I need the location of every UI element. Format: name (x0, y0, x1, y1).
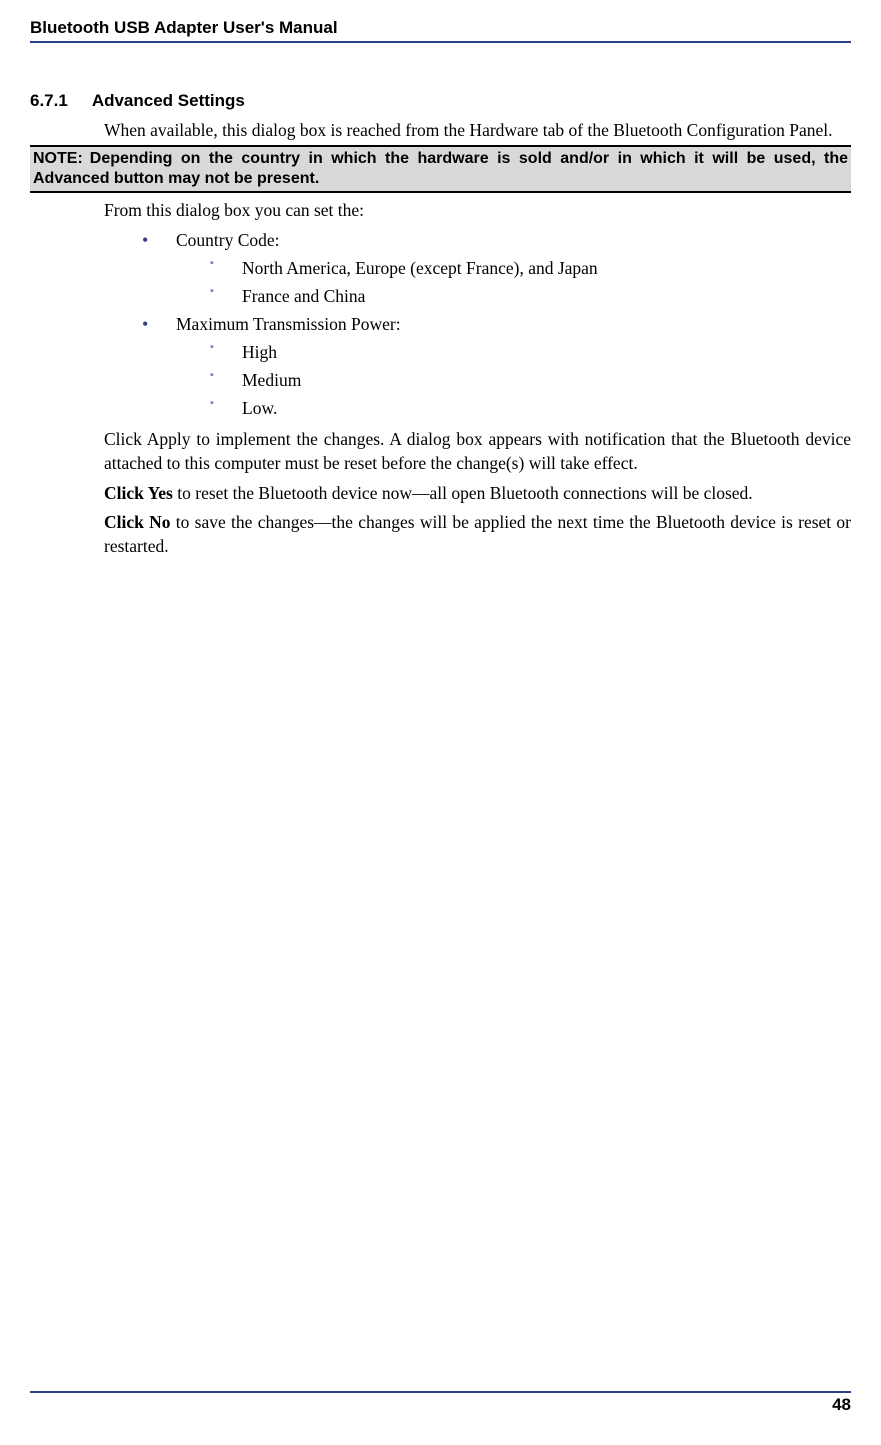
list-item: Country Code: North America, Europe (exc… (142, 226, 851, 310)
note-text: Depending on the country in which the ha… (33, 150, 848, 187)
section-number: 6.7.1 (30, 91, 68, 111)
header-rule (30, 41, 851, 43)
list-item: Maximum Transmission Power: High Medium … (142, 310, 851, 422)
section-title: Advanced Settings (92, 91, 245, 110)
body-lead: From this dialog box you can set the: (104, 198, 851, 222)
note-box: NOTE:Depending on the country in which t… (30, 145, 851, 193)
no-paragraph: Click No to save the changes—the changes… (104, 510, 851, 558)
page-number: 48 (30, 1395, 851, 1415)
section-intro: When available, this dialog box is reach… (104, 118, 851, 142)
note-label: NOTE: (33, 149, 83, 169)
yes-rest: to reset the Bluetooth device now—all op… (173, 483, 753, 503)
list-item-label: Country Code: (176, 230, 280, 250)
sub-list-item: North America, Europe (except France), a… (208, 254, 851, 282)
sub-list: High Medium Low. (208, 338, 851, 422)
no-bold: Click No (104, 512, 171, 532)
document-header: Bluetooth USB Adapter User's Manual (30, 18, 851, 41)
sub-list-item: France and China (208, 282, 851, 310)
yes-bold: Click Yes (104, 483, 173, 503)
apply-paragraph: Click Apply to implement the changes. A … (104, 427, 851, 475)
list-item-label: Maximum Transmission Power: (176, 314, 401, 334)
sub-list-item: Medium (208, 366, 851, 394)
bullet-list: Country Code: North America, Europe (exc… (142, 226, 851, 422)
no-rest: to save the changes—the changes will be … (104, 512, 851, 556)
footer: 48 (30, 1391, 851, 1415)
sub-list: North America, Europe (except France), a… (208, 254, 851, 310)
sub-list-item: High (208, 338, 851, 366)
section-heading: 6.7.1 Advanced Settings (30, 91, 851, 111)
sub-list-item: Low. (208, 394, 851, 422)
yes-paragraph: Click Yes to reset the Bluetooth device … (104, 481, 851, 505)
footer-rule (30, 1391, 851, 1393)
